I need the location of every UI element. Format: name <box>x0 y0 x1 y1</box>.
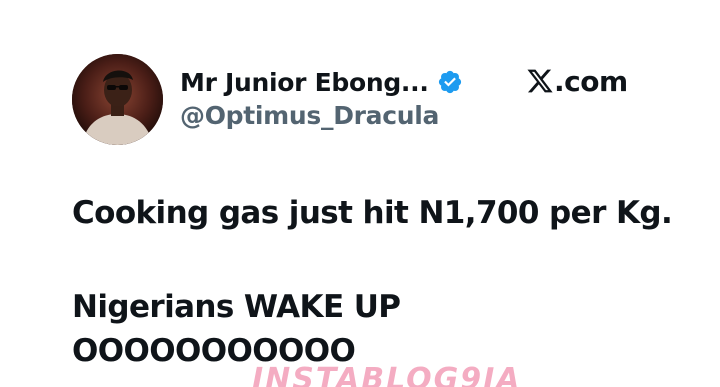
verified-badge-icon <box>437 69 463 95</box>
x-logo-icon <box>526 67 554 95</box>
author-display-name[interactable]: Mr Junior Ebong... <box>180 68 429 97</box>
post-text-line-2: Nigerians WAKE UP <box>72 289 401 325</box>
source-brand: .com <box>526 63 628 99</box>
author-name-row: Mr Junior Ebong... <box>180 64 463 100</box>
post-text-line-1: Cooking gas just hit N1,700 per Kg. <box>72 195 673 231</box>
source-brand-label: .com <box>554 64 628 98</box>
avatar-image <box>72 54 163 145</box>
watermark: INSTABLOG9JA <box>252 362 522 387</box>
post-card: Mr Junior Ebong... @Optimus_Dracula .com… <box>0 0 720 387</box>
author-handle[interactable]: @Optimus_Dracula <box>180 101 439 130</box>
avatar[interactable] <box>72 54 163 145</box>
